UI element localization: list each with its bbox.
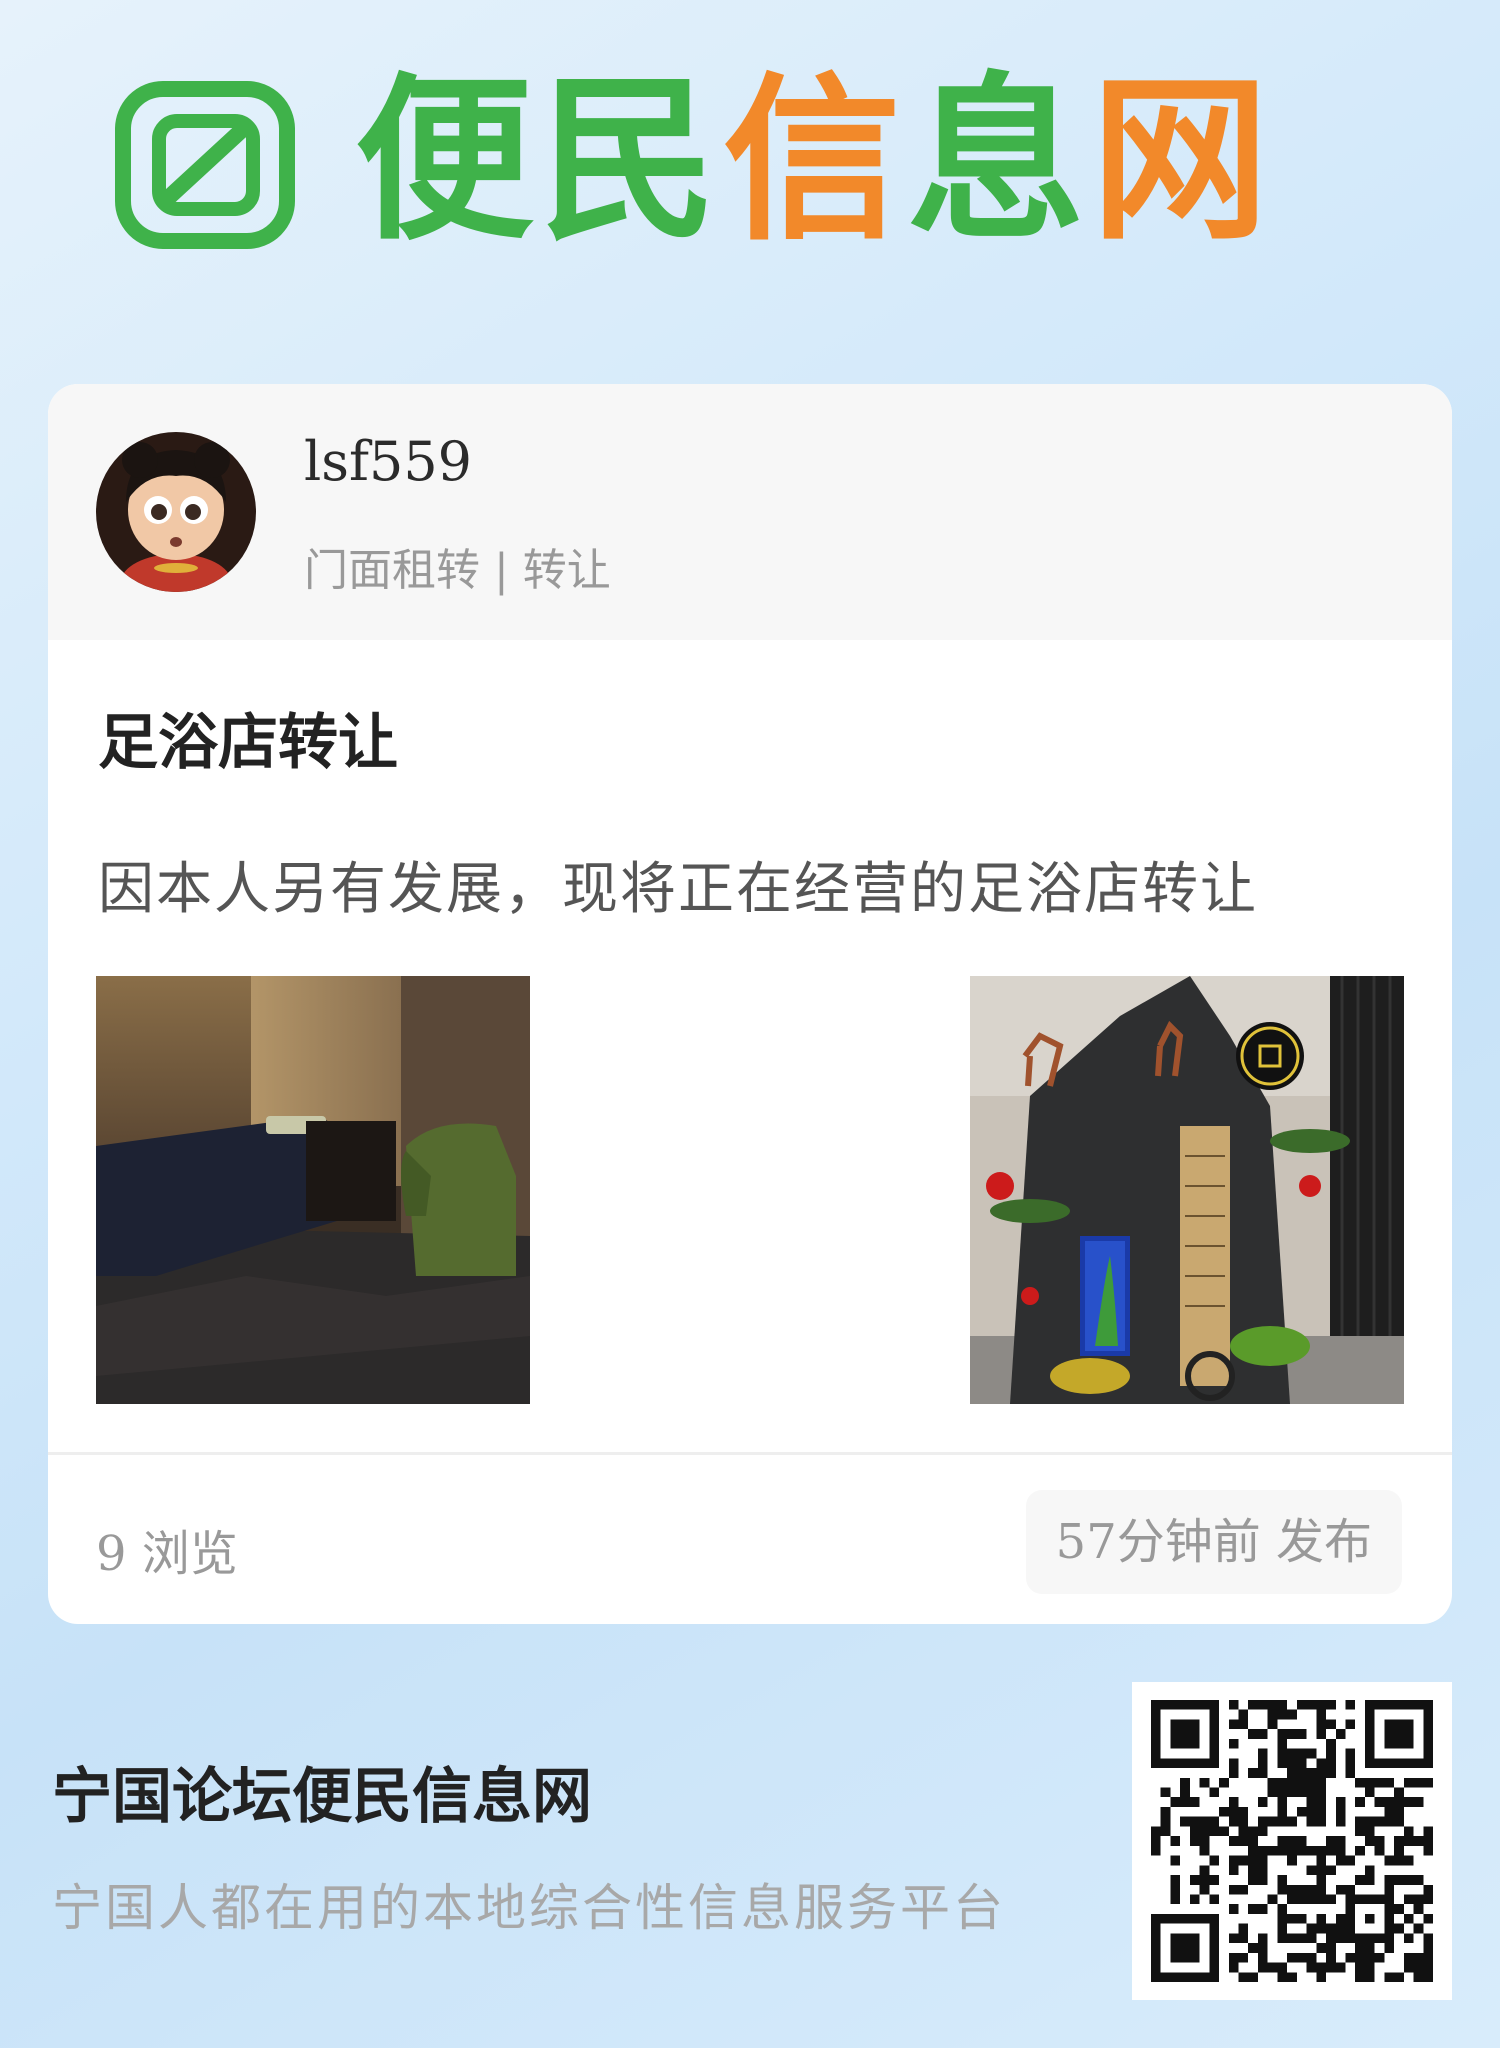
qr-code[interactable] bbox=[1132, 1682, 1452, 2000]
brand-logo: 便民信息网 bbox=[115, 61, 1385, 261]
post-card[interactable]: lsf559 门面租转 | 转让 足浴店转让 因本人另有发展，现将正在经营的足浴… bbox=[48, 384, 1452, 1624]
post-header: lsf559 门面租转 | 转让 bbox=[48, 384, 1452, 640]
site-tagline: 宁国人都在用的本地综合性信息服务平台 bbox=[52, 1879, 1006, 1937]
publish-time: 57分钟前 发布 bbox=[1025, 1490, 1402, 1594]
card-divider bbox=[48, 1452, 1452, 1455]
username[interactable]: lsf559 bbox=[304, 430, 472, 493]
avatar[interactable] bbox=[96, 432, 256, 592]
qr-code-icon bbox=[1151, 1700, 1433, 1982]
post-title: 足浴店转让 bbox=[98, 708, 398, 778]
logo-mark-icon bbox=[115, 81, 295, 249]
view-count: 9 浏览 bbox=[96, 1526, 238, 1582]
post-description: 因本人另有发展，现将正在经营的足浴店转让 bbox=[98, 857, 1258, 922]
brand-logo-text: 便民信息网 bbox=[355, 57, 1275, 264]
site-name: 宁国论坛便民信息网 bbox=[52, 1762, 592, 1832]
fountain-decoration-photo[interactable] bbox=[970, 976, 1404, 1404]
post-category[interactable]: 门面租转 | 转让 bbox=[304, 534, 611, 598]
foot-massage-room-photo[interactable] bbox=[96, 976, 530, 1404]
avatar-icon bbox=[96, 432, 256, 592]
